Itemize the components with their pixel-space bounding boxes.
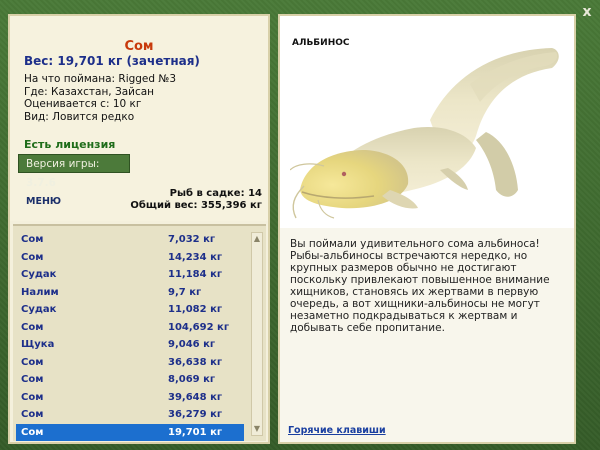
keepnet-row[interactable]: Сом 14,234 кг (16, 249, 244, 267)
keepnet-row-fish: Сом (21, 251, 44, 263)
keepnet-row-weight: 9,7 кг (168, 286, 202, 298)
keepnet-row-fish: Сом (21, 321, 44, 333)
detail-rarity: Вид: Ловится редко (24, 110, 135, 123)
keepnet-list-box: Сом 7,032 кг Сом 14,234 кг Судак 11,184 кг Нал… (13, 224, 266, 441)
keepnet-row-fish: Сом (21, 234, 44, 245)
total-weight: Общий вес: 355,396 кг (130, 200, 262, 211)
keepnet-row[interactable]: Сом 39,648 кг (16, 389, 244, 407)
keepnet-row-fish: Сом (21, 356, 44, 368)
keepnet-row-weight: 36,279 кг (168, 409, 223, 420)
keepnet-row-weight: 19,701 кг (168, 426, 223, 438)
albino-catfish-image (290, 48, 559, 219)
catch-details: На что поймана: Rigged №3 Где: Казахстан… (24, 73, 176, 123)
fish-count: Рыб в садке: 14 (169, 188, 262, 199)
hotkeys-link[interactable]: Горячие клавиши (288, 425, 386, 436)
fish-weight: Вес: 19,701 кг (зачетная) (24, 54, 200, 68)
close-button[interactable]: x (578, 3, 596, 21)
keepnet-row-weight: 11,082 кг (168, 304, 223, 315)
keepnet-row-fish: Судак (21, 304, 57, 315)
keepnet-row-weight: 8,069 кг (168, 374, 216, 385)
species-description: Вы поймали удивительного сома альбиноса!… (290, 238, 550, 334)
keepnet-row-fish: Сом (21, 426, 44, 438)
keepnet-row[interactable]: Сом 104,692 кг (16, 319, 244, 337)
species-panel: АЛЬБИНОС Вы поймали удивительного сома а… (278, 14, 576, 444)
license-status: Есть лицензия (24, 138, 116, 151)
keepnet-row-fish: Сом (21, 374, 44, 385)
keepnet-row[interactable]: Налим 9,7 кг (16, 284, 244, 302)
keepnet-row[interactable]: Судак 11,184 кг (16, 266, 244, 284)
keepnet-row-weight: 14,234 кг (168, 251, 223, 263)
keepnet-row[interactable]: Щука 9,046 кг (16, 336, 244, 354)
keepnet-row-fish: Сом (21, 409, 44, 420)
catch-info: Сом Вес: 19,701 кг (зачетная) На что пой… (10, 16, 268, 221)
keepnet-row-weight: 36,638 кг (168, 356, 223, 368)
fish-image-area: АЛЬБИНОС (280, 16, 574, 228)
version-value: 3.7.6 (26, 177, 56, 189)
keepnet-row[interactable]: Сом 19,701 кг (16, 423, 244, 441)
keepnet-row-fish: Судак (21, 269, 57, 280)
keepnet-row-weight: 9,046 кг (168, 339, 216, 350)
keepnet-row[interactable]: Сом 7,032 кг (16, 231, 244, 249)
scroll-up-icon[interactable]: ▲ (252, 233, 262, 245)
keepnet-row-weight: 39,648 кг (168, 391, 223, 403)
keepnet-row[interactable]: Сом 36,279 кг (16, 406, 244, 424)
detail-location: Где: Казахстан, Зайсан (24, 85, 155, 98)
keepnet-row-fish: Налим (21, 286, 59, 298)
keepnet-row[interactable]: Сом 36,638 кг (16, 354, 244, 372)
list-scrollbar[interactable]: ▲ ▼ (251, 232, 263, 436)
keepnet-row[interactable]: Судак 11,082 кг (16, 301, 244, 319)
keepnet-row-fish: Щука (21, 339, 55, 350)
game-version: Версия игры: 3.7.6 (18, 154, 130, 189)
keepnet-row-fish: Сом (21, 391, 44, 403)
keepnet-row-weight: 104,692 кг (168, 321, 230, 333)
catch-panel: Сом Вес: 19,701 кг (зачетная) На что пой… (8, 14, 270, 444)
detail-bait: На что поймана: Rigged №3 (24, 73, 176, 85)
keepnet-row-weight: 11,184 кг (168, 269, 223, 280)
keepnet-list: Сом 7,032 кг Сом 14,234 кг Судак 11,184 кг Нал… (16, 231, 244, 441)
menu-button[interactable]: МЕНЮ (26, 196, 61, 207)
version-label: Версия игры: (26, 158, 100, 170)
detail-min-weight: Оценивается с: 10 кг (24, 98, 142, 110)
scroll-down-icon[interactable]: ▼ (252, 423, 262, 435)
keepnet-row[interactable]: Сом 8,069 кг (16, 371, 244, 389)
keepnet-stats: Рыб в садке: 14 Общий вес: 355,396 кг (130, 188, 262, 212)
keepnet-row-weight: 7,032 кг (168, 234, 216, 245)
fish-name: Сом (124, 39, 154, 54)
species-label: АЛЬБИНОС (292, 38, 350, 48)
